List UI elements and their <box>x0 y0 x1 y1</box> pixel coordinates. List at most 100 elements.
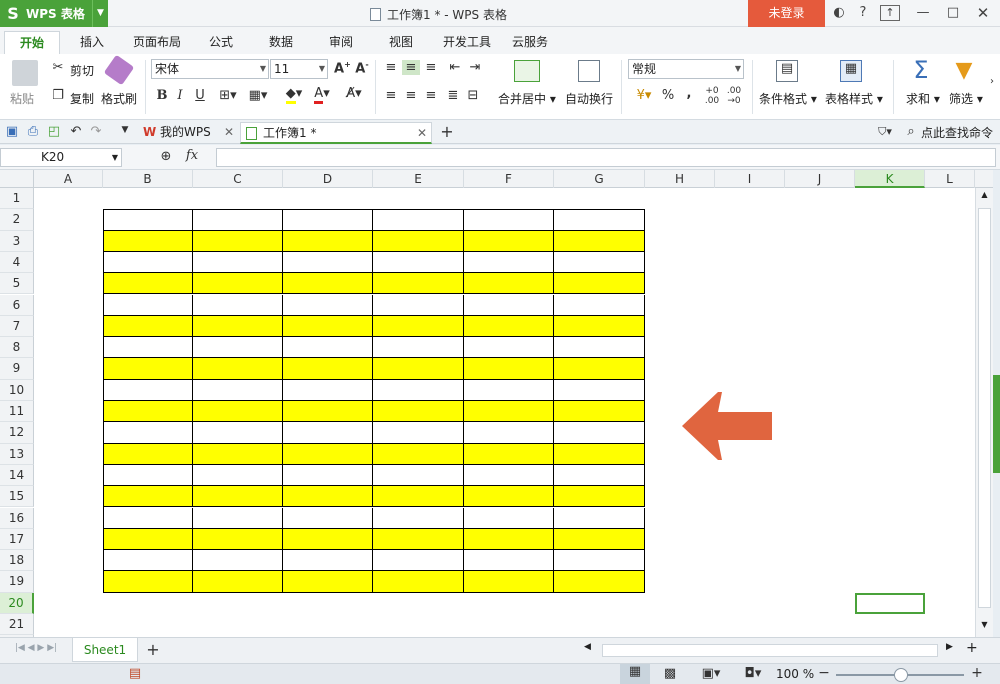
redo-icon[interactable]: ↷ <box>88 124 104 139</box>
align-bottom-icon[interactable]: ≡ <box>422 60 440 75</box>
conditional-format-icon[interactable]: ▤ <box>776 60 798 82</box>
align-left-icon[interactable]: ≡ <box>382 88 400 103</box>
column-header-e[interactable]: E <box>373 170 464 188</box>
row-header-16[interactable]: 16 <box>0 507 34 529</box>
vertical-scrollbar[interactable]: ▲ ▼ <box>975 188 993 637</box>
sum-button[interactable]: 求和 ▾ <box>906 90 940 107</box>
command-search[interactable]: 点此查找命令 <box>921 124 993 141</box>
percent-button[interactable]: % <box>660 88 676 103</box>
row-header-20[interactable]: 20 <box>0 592 34 614</box>
font-name-select[interactable]: 宋体 ▼ <box>151 59 269 79</box>
number-format-select[interactable]: 常规 ▼ <box>628 59 744 79</box>
login-button[interactable]: 未登录 <box>748 0 825 27</box>
text-effect-icon[interactable]: A̸▾ <box>342 86 366 101</box>
side-panel-toggle[interactable] <box>993 375 1000 473</box>
zoom-out-icon[interactable]: − <box>818 665 830 681</box>
insert-function-button[interactable]: fx <box>182 148 202 163</box>
skin-icon[interactable]: ◐ <box>828 4 850 22</box>
minimize-icon[interactable]: — <box>912 4 934 22</box>
row-header-5[interactable]: 5 <box>0 273 34 295</box>
row-header-8[interactable]: 8 <box>0 337 34 359</box>
hscroll-right-icon[interactable]: ▶ <box>946 642 956 652</box>
tab-my-wps[interactable]: W 我的WPS ✕ <box>138 122 238 144</box>
row-header-1[interactable]: 1 <box>0 188 34 210</box>
tab-view[interactable]: 视图 <box>378 31 424 54</box>
tab-close-icon[interactable]: ✕ <box>417 123 427 143</box>
zoom-formula-icon[interactable]: ⊕ <box>158 149 174 164</box>
page-break-view-icon[interactable]: ▩ <box>660 666 680 681</box>
tab-home[interactable]: 开始 <box>4 31 60 54</box>
row-header-13[interactable]: 13 <box>0 443 34 465</box>
selected-cell-outline[interactable] <box>855 592 925 614</box>
undo-icon[interactable]: ↶ <box>68 124 84 139</box>
tab-insert[interactable]: 插入 <box>68 31 116 54</box>
sheet-nav-icon[interactable]: |◀ ◀ ▶ ▶| <box>6 643 66 653</box>
row-header-12[interactable]: 12 <box>0 422 34 444</box>
scroll-up-icon[interactable]: ▲ <box>977 190 992 202</box>
row-header-7[interactable]: 7 <box>0 315 34 338</box>
print-preview-icon[interactable]: ◰ <box>46 124 62 139</box>
name-box[interactable]: K20 ▼ <box>0 148 122 167</box>
app-menu-dropdown-icon[interactable]: ▼ <box>92 0 108 27</box>
name-box-dropdown-icon[interactable]: ▼ <box>112 149 118 166</box>
row-header-21[interactable]: 21 <box>0 614 34 636</box>
row-header-2[interactable]: 2 <box>0 209 34 231</box>
cut-button[interactable]: 剪切 <box>70 62 94 79</box>
sum-icon[interactable]: Σ <box>908 56 934 84</box>
conditional-format-button[interactable]: 条件格式 ▾ <box>759 90 817 107</box>
tab-review[interactable]: 审阅 <box>318 31 364 54</box>
row-header-10[interactable]: 10 <box>0 379 34 401</box>
copy-button[interactable]: 复制 <box>70 90 94 107</box>
align-middle-icon[interactable]: ≡ <box>402 60 420 75</box>
column-header-k[interactable]: K <box>855 170 925 188</box>
comma-button[interactable]: , <box>682 86 696 101</box>
row-header-6[interactable]: 6 <box>0 294 34 316</box>
font-size-select[interactable]: 11 ▼ <box>270 59 328 79</box>
tab-cloud[interactable]: 云服务 <box>506 31 554 54</box>
formula-input[interactable] <box>216 148 996 167</box>
merge-center-button[interactable]: 合并居中 ▾ <box>498 90 556 107</box>
reading-mode-icon[interactable]: ◘▾ <box>738 666 768 681</box>
help-icon[interactable]: ? <box>852 4 874 22</box>
hscroll-left-icon[interactable]: ◀ <box>584 642 594 652</box>
sheet-tab-sheet1[interactable]: Sheet1 <box>72 638 138 662</box>
distribute-icon[interactable]: ⊟ <box>464 88 482 103</box>
filter-button[interactable]: 筛选 ▾ <box>949 90 983 107</box>
italic-button[interactable]: I <box>172 88 188 103</box>
tab-data[interactable]: 数据 <box>258 31 304 54</box>
copy-icon[interactable]: ❐ <box>50 88 66 103</box>
scroll-down-icon[interactable]: ▼ <box>977 620 992 632</box>
tab-developer[interactable]: 开发工具 <box>436 31 498 54</box>
zoom-level[interactable]: 100 % <box>776 667 814 681</box>
filter-icon[interactable]: ▼ <box>952 58 976 83</box>
search-icon[interactable]: ⌕ <box>903 124 919 139</box>
border-icon[interactable]: ⊞▾ <box>216 88 240 103</box>
zoom-in-icon[interactable]: + <box>970 665 984 681</box>
clear-format-icon[interactable]: ▦▾ <box>246 88 270 103</box>
paste-icon[interactable] <box>12 60 38 86</box>
column-header-h[interactable]: H <box>645 170 715 188</box>
indent-increase-icon[interactable]: ⇥ <box>466 60 484 75</box>
column-header-g[interactable]: G <box>554 170 645 188</box>
tab-close-icon[interactable]: ✕ <box>224 122 234 142</box>
save-icon[interactable]: ▣ <box>4 124 20 139</box>
align-right-icon[interactable]: ≡ <box>422 88 440 103</box>
font-shrink-icon[interactable]: A- <box>354 60 370 76</box>
table-style-icon[interactable]: ▦ <box>840 60 862 82</box>
row-header-3[interactable]: 3 <box>0 230 34 252</box>
row-header-19[interactable]: 19 <box>0 571 34 593</box>
print-icon[interactable]: ⎙ <box>24 124 42 139</box>
quick-access-dropdown-icon[interactable]: ▼ <box>118 125 132 135</box>
wrap-text-button[interactable]: 自动换行 <box>565 90 613 107</box>
close-icon[interactable]: ✕ <box>972 4 994 22</box>
paste-button[interactable]: 粘贴 <box>10 90 34 107</box>
column-header-a[interactable]: A <box>34 170 103 188</box>
horizontal-scrollbar[interactable] <box>602 644 938 657</box>
indent-decrease-icon[interactable]: ⇤ <box>446 60 464 75</box>
currency-icon[interactable]: ¥▾ <box>630 88 658 103</box>
normal-view-icon[interactable]: ▦ <box>620 664 650 684</box>
tab-page-layout[interactable]: 页面布局 <box>126 31 188 54</box>
align-top-icon[interactable]: ≡ <box>382 60 400 75</box>
column-header-b[interactable]: B <box>103 170 193 188</box>
row-header-15[interactable]: 15 <box>0 486 34 508</box>
